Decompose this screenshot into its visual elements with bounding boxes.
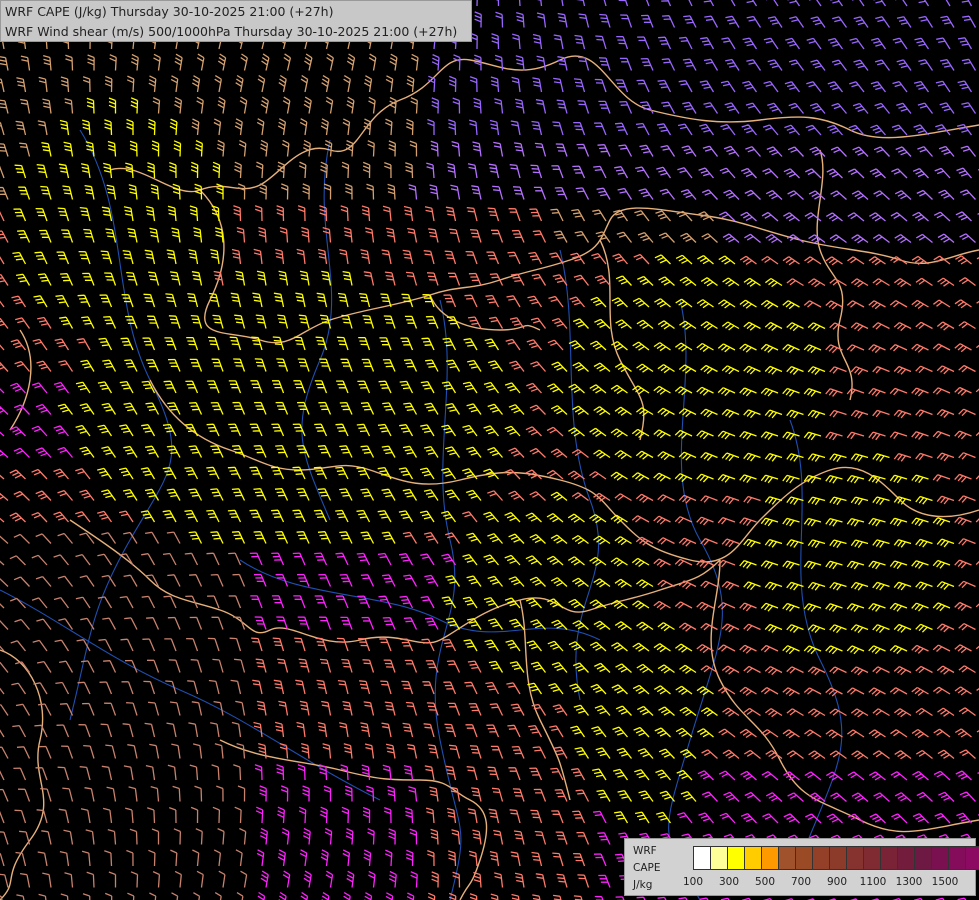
legend-label-model: WRF [633,845,657,857]
legend-swatch [915,847,932,869]
legend-tick-labels: 100 300 500 700 900 1100 1300 1500 [681,876,971,890]
legend-tick-label: 900 [826,876,848,888]
legend-tick-label: 700 [790,876,812,888]
legend-tick-label: 500 [754,876,776,888]
weather-map [0,0,979,900]
legend-tick-label: 300 [718,876,740,888]
legend-tick-label: 1300 [895,876,923,888]
legend-swatch [847,847,864,869]
cape-legend: WRF CAPE J/kg 100 300 500 700 900 1100 1300 150… [624,838,979,896]
legend-swatch [898,847,915,869]
cape-title: WRF CAPE (J/kg) Thursday 30-10-2025 21:0… [5,4,334,19]
legend-swatch [779,847,796,869]
legend-swatch [966,847,979,869]
legend-swatch [813,847,830,869]
legend-swatch [762,847,779,869]
legend-swatch [932,847,949,869]
legend-swatch [864,847,881,869]
legend-swatch [796,847,813,869]
legend-tick-label: 1100 [859,876,887,888]
wind-shear-title: WRF Wind shear (m/s) 500/1000hPa Thursda… [5,24,458,39]
legend-swatch [830,847,847,869]
legend-swatch [694,847,711,869]
legend-swatch [745,847,762,869]
legend-label-unit: J/kg [633,879,653,891]
legend-swatch [711,847,728,869]
legend-tick-label: 1500 [931,876,959,888]
legend-label-variable: CAPE [633,862,661,874]
legend-swatch [949,847,966,869]
legend-tick-label: 100 [682,876,704,888]
map-title-box: WRF CAPE (J/kg) Thursday 30-10-2025 21:0… [0,0,472,42]
legend-swatch [728,847,745,869]
legend-color-scale [693,846,979,870]
legend-swatch [881,847,898,869]
